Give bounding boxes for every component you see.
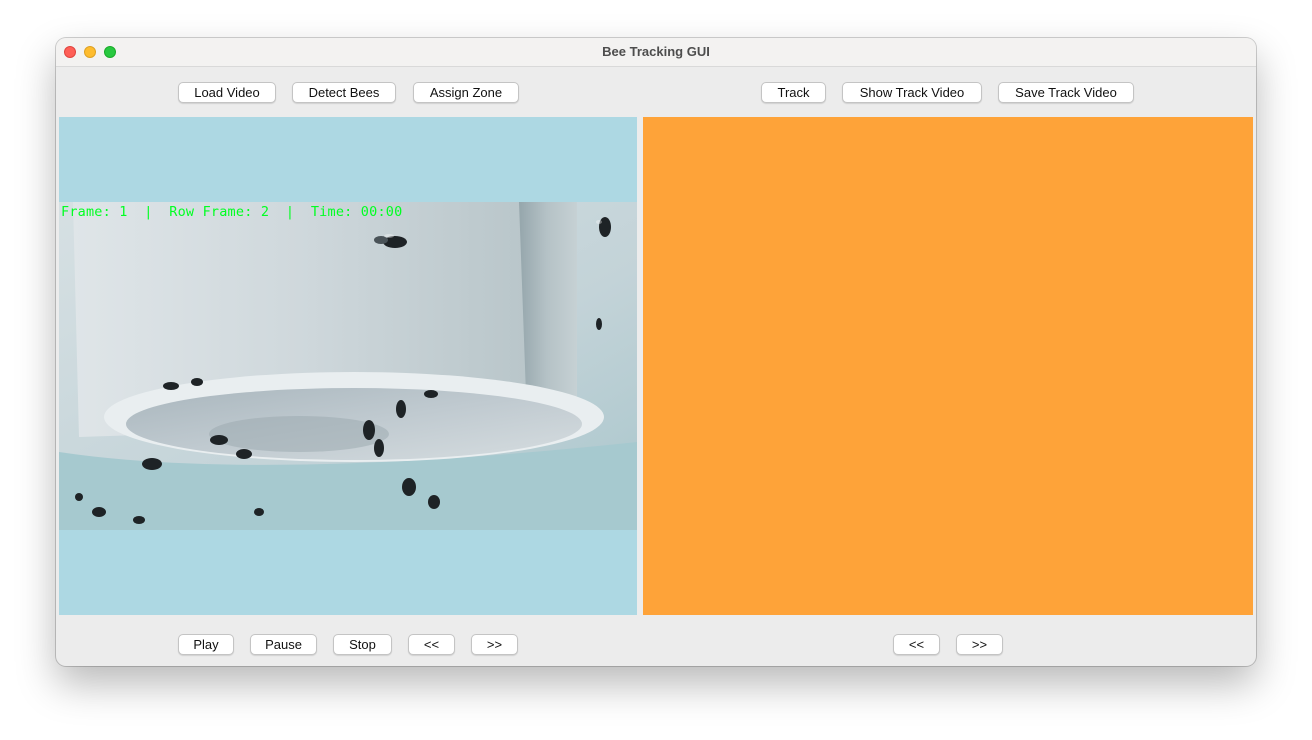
title-bar: Bee Tracking GUI	[56, 38, 1256, 67]
video-panel: Frame: 1 | Row Frame: 2 | Time: 00:00	[59, 117, 637, 615]
video-frame-image	[59, 202, 637, 530]
pause-button[interactable]: Pause	[250, 634, 317, 655]
frame-info-overlay: Frame: 1 | Row Frame: 2 | Time: 00:00	[61, 204, 403, 220]
app-window: Bee Tracking GUI Load Video Detect Bees …	[56, 38, 1256, 666]
play-button[interactable]: Play	[178, 634, 234, 655]
track-prev-frame-button[interactable]: <<	[893, 634, 940, 655]
prev-frame-button[interactable]: <<	[408, 634, 455, 655]
show-track-video-button[interactable]: Show Track Video	[842, 82, 982, 103]
video-frame: Frame: 1 | Row Frame: 2 | Time: 00:00	[59, 202, 637, 530]
next-frame-button[interactable]: >>	[471, 634, 518, 655]
load-video-button[interactable]: Load Video	[178, 82, 276, 103]
stop-button[interactable]: Stop	[333, 634, 392, 655]
track-panel	[643, 117, 1253, 615]
assign-zone-button[interactable]: Assign Zone	[413, 82, 519, 103]
window-title: Bee Tracking GUI	[602, 44, 710, 59]
track-next-frame-button[interactable]: >>	[956, 634, 1003, 655]
detect-bees-button[interactable]: Detect Bees	[292, 82, 396, 103]
save-track-video-button[interactable]: Save Track Video	[998, 82, 1134, 103]
track-button[interactable]: Track	[761, 82, 826, 103]
